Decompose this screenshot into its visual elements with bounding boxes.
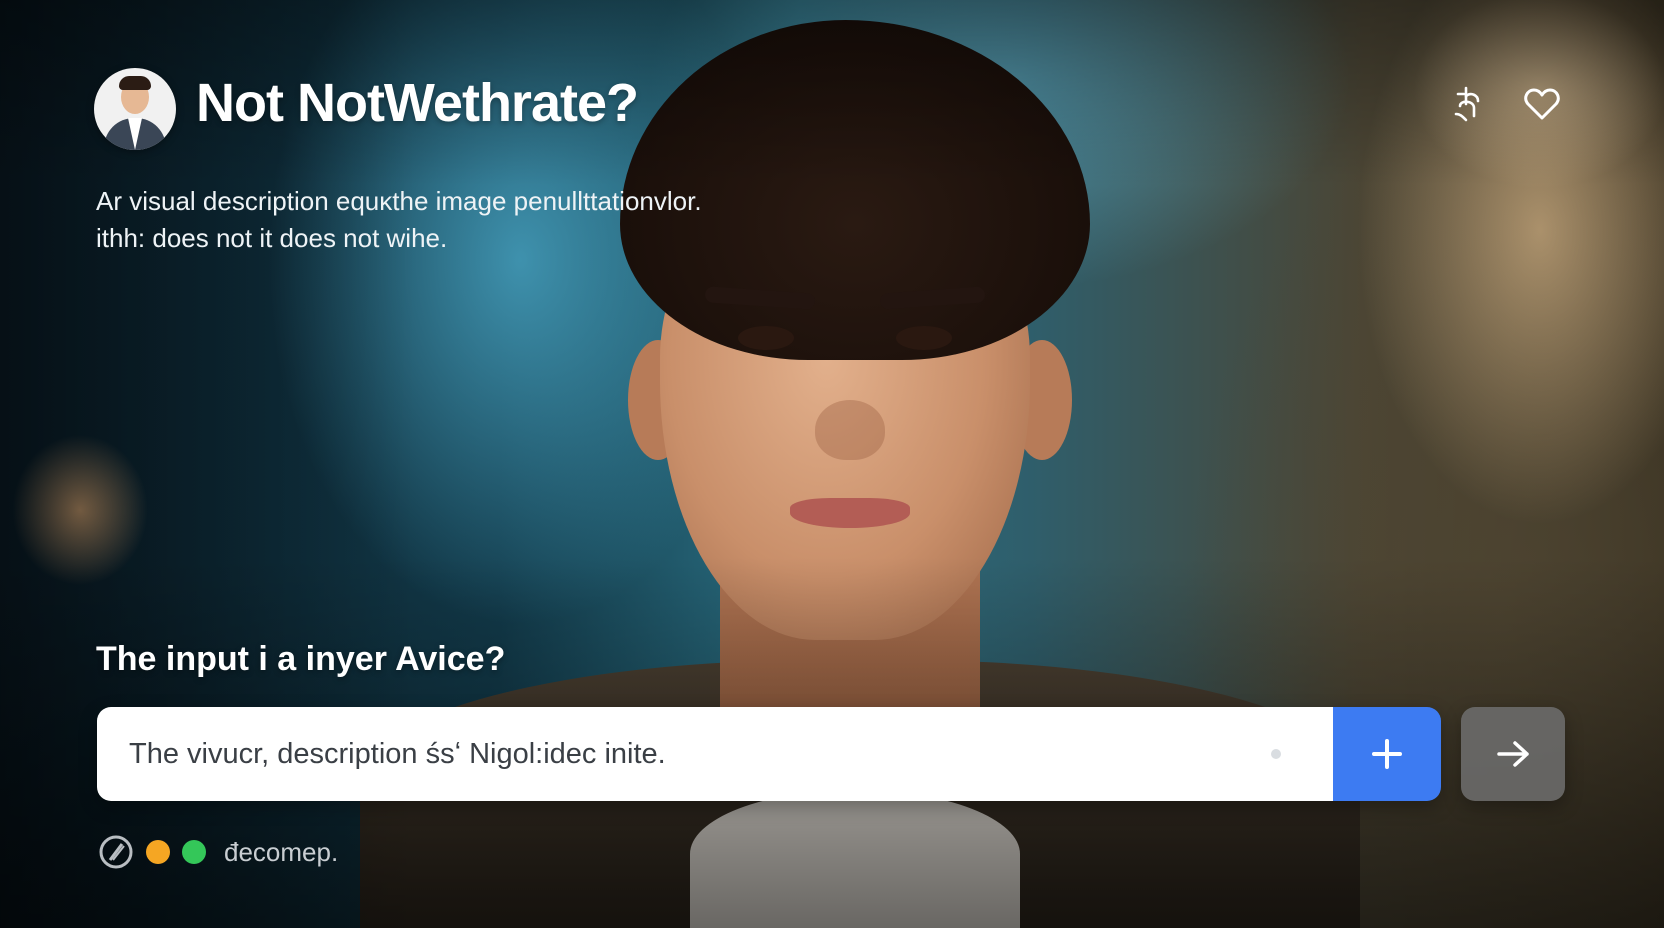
app-screen: Not NotWethrate? Ar visual description e…	[0, 0, 1664, 928]
touch-gesture-icon	[1454, 86, 1480, 122]
prompt-input[interactable]	[97, 707, 1333, 801]
no-entry-icon	[99, 835, 133, 869]
touch-gesture-button[interactable]	[1446, 82, 1490, 126]
heart-icon	[1524, 88, 1560, 120]
submit-button[interactable]	[1461, 707, 1565, 801]
description-line-2: ithh: does not it does not wihe.	[96, 223, 448, 253]
top-actions	[1446, 82, 1564, 126]
input-indicator-dot	[1271, 749, 1281, 759]
status-dot-green	[182, 840, 206, 864]
prompt-question: The input i a inyer Avice?	[96, 640, 506, 678]
description: Ar visual description equĸthe image penu…	[96, 183, 816, 257]
avatar[interactable]	[94, 68, 176, 150]
plus-icon	[1372, 739, 1402, 769]
page-title: Not NotWethrate?	[196, 73, 639, 133]
arrow-right-icon	[1497, 741, 1529, 767]
status-bar: đecomep.	[98, 834, 338, 870]
description-line-1: Ar visual description equĸthe image penu…	[96, 186, 702, 216]
prompt-bar	[97, 707, 1441, 801]
status-label: đecomep.	[224, 836, 339, 867]
add-button[interactable]	[1333, 707, 1441, 801]
status-dot-orange	[146, 840, 170, 864]
favorite-button[interactable]	[1520, 82, 1564, 126]
